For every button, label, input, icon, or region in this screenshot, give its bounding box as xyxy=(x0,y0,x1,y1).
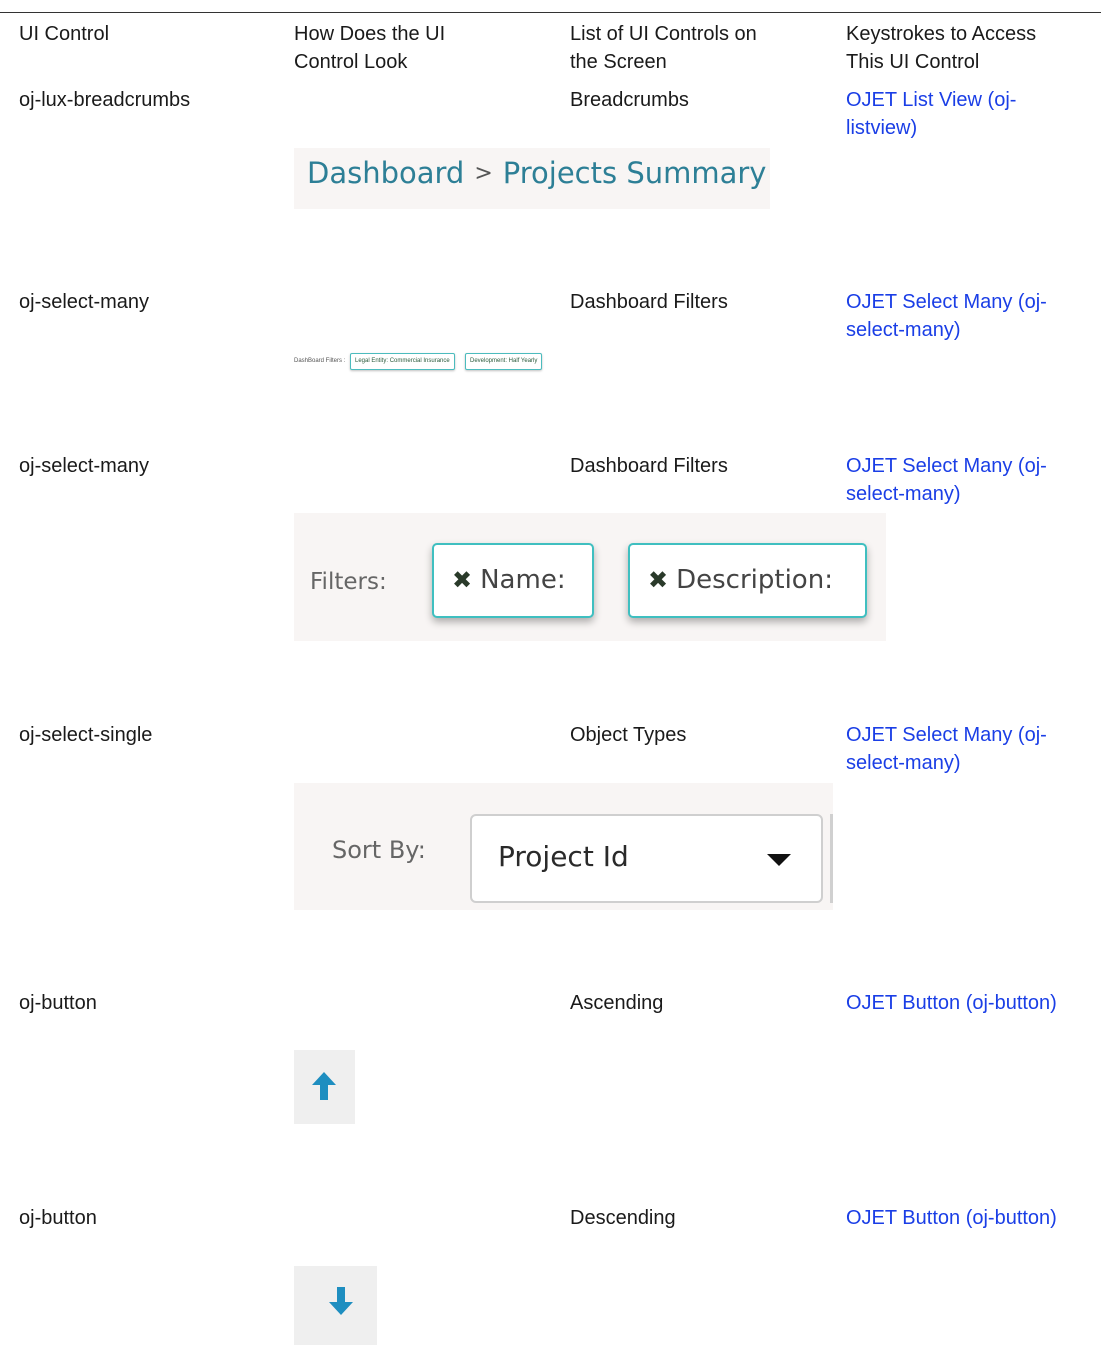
row-dashboard-filters-link[interactable]: OJET Select Many (oj- select-many) xyxy=(846,288,1101,344)
filter-chip-name-label: Name: xyxy=(480,565,566,595)
breadcrumb-projects-summary[interactable]: Projects Summary xyxy=(503,156,767,190)
header-look-line2: Control Look xyxy=(294,51,408,73)
filter-chip-name[interactable]: ✖ Name: xyxy=(432,543,594,618)
filters-screenshot: Filters: ✖ Name: ✖ Description: xyxy=(294,513,886,641)
header-ui-control: UI Control xyxy=(19,23,110,45)
adjacent-control-edge xyxy=(830,814,833,903)
header-list: List of UI Controls on the Screen xyxy=(570,20,830,76)
row-dashboard-filters-list-item: Dashboard Filters xyxy=(570,291,728,313)
header-list-line1: List of UI Controls on xyxy=(570,23,757,45)
link-line2: select-many) xyxy=(846,319,961,341)
row-object-types-control: oj-select-single xyxy=(19,724,153,746)
sort-by-select[interactable]: Project Id xyxy=(470,814,823,903)
link-line1: OJET Select Many (oj- xyxy=(846,291,1047,313)
row-breadcrumbs-link[interactable]: OJET List View (oj- listview) xyxy=(846,86,1101,142)
header-look: How Does the UI Control Look xyxy=(294,20,554,76)
sort-by-value: Project Id xyxy=(498,840,629,873)
link-line1: OJET Select Many (oj- xyxy=(846,724,1047,746)
row-ascending-control: oj-button xyxy=(19,992,97,1014)
row-descending-list-item: Descending xyxy=(570,1207,676,1229)
dashboard-filters-label: DashBoard Filters : xyxy=(294,358,346,364)
breadcrumb: Dashboard > Projects Summary xyxy=(307,156,766,190)
header-keystrokes-line2: This UI Control xyxy=(846,51,980,73)
sort-by-screenshot: Sort By: Project Id xyxy=(294,783,833,910)
row-ascending-list-item: Ascending xyxy=(570,992,664,1014)
row-descending-link[interactable]: OJET Button (oj-button) xyxy=(846,1204,1101,1232)
link-line2: listview) xyxy=(846,117,918,139)
filter-chip-description[interactable]: ✖ Description: xyxy=(628,543,867,618)
row-object-types-list-item: Object Types xyxy=(570,724,687,746)
link-line1: OJET Select Many (oj- xyxy=(846,455,1047,477)
row-filters-list-item: Dashboard Filters xyxy=(570,455,728,477)
row-descending-control: oj-button xyxy=(19,1207,97,1229)
row-filters-link[interactable]: OJET Select Many (oj- select-many) xyxy=(846,452,1101,508)
sort-by-label: Sort By: xyxy=(332,836,426,864)
header-keystrokes: Keystrokes to Access This UI Control xyxy=(846,20,1101,76)
remove-icon[interactable]: ✖ xyxy=(648,566,668,594)
ascending-button[interactable] xyxy=(294,1050,355,1124)
link-line2: select-many) xyxy=(846,483,961,505)
link-line2: select-many) xyxy=(846,752,961,774)
row-breadcrumbs-list-item: Breadcrumbs xyxy=(570,89,689,111)
row-object-types-link[interactable]: OJET Select Many (oj- select-many) xyxy=(846,721,1101,777)
table-top-rule xyxy=(0,12,1101,13)
filters-label: Filters: xyxy=(310,569,387,595)
remove-icon[interactable]: ✖ xyxy=(452,566,472,594)
row-ascending-link[interactable]: OJET Button (oj-button) xyxy=(846,989,1101,1017)
row-filters-control: oj-select-many xyxy=(19,455,150,477)
link-line1: OJET List View (oj- xyxy=(846,89,1017,111)
descending-button[interactable] xyxy=(294,1266,377,1345)
header-look-line1: How Does the UI xyxy=(294,23,446,45)
caret-down-icon[interactable] xyxy=(767,854,791,866)
header-keystrokes-line1: Keystrokes to Access xyxy=(846,23,1037,45)
header-list-line2: the Screen xyxy=(570,51,667,73)
arrow-down-icon xyxy=(329,1287,353,1315)
filter-chip-development[interactable]: Development: Half Yearly xyxy=(465,353,543,370)
row-dashboard-filters-control: oj-select-many xyxy=(19,291,150,313)
filter-chip-legal-entity[interactable]: Legal Entity: Commercial Insurance xyxy=(350,353,455,370)
breadcrumb-dashboard[interactable]: Dashboard xyxy=(307,156,464,190)
dashboard-filters-screenshot: DashBoard Filters : Legal Entity: Commer… xyxy=(294,352,556,372)
row-breadcrumbs-control: oj-lux-breadcrumbs xyxy=(19,89,191,111)
filter-chip-description-label: Description: xyxy=(676,565,833,595)
breadcrumb-separator: > xyxy=(474,161,493,186)
arrow-up-icon xyxy=(312,1072,336,1100)
breadcrumbs-screenshot: Dashboard > Projects Summary xyxy=(294,148,770,209)
